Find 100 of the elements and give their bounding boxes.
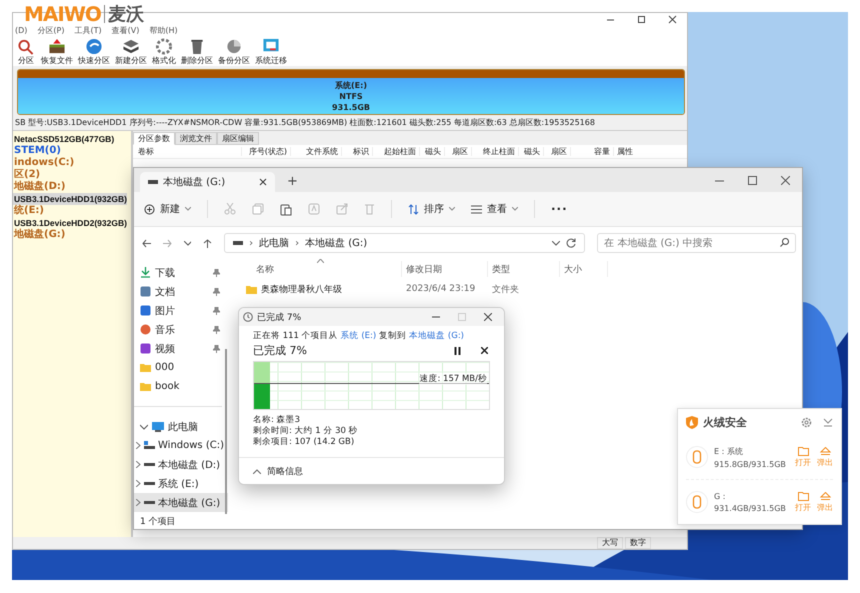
partition-item[interactable]: indows(C:)	[13, 157, 74, 169]
nav-item[interactable]: Windows (C:)	[134, 436, 228, 455]
column-header[interactable]: 容量	[570, 147, 613, 156]
dialog-title: 已完成 7%	[257, 312, 302, 324]
drive-icon	[144, 501, 155, 504]
tab[interactable]: 本地磁盘 (G:)	[140, 172, 275, 192]
tab[interactable]: 扇区编辑	[217, 132, 259, 145]
partition-item[interactable]: 地磁盘(G:)	[13, 229, 66, 241]
pin-icon[interactable]	[213, 344, 220, 352]
column-header[interactable]: 磁头	[518, 147, 543, 156]
partition-item[interactable]: 地磁盘(D:)	[13, 181, 66, 193]
search-field[interactable]: 在 本地磁盘 (G:) 中搜索	[597, 233, 796, 253]
column-header[interactable]: 序号(状态)	[241, 147, 290, 156]
video-icon	[140, 343, 151, 354]
collapse-icon[interactable]	[823, 417, 833, 427]
close-icon[interactable]	[484, 313, 492, 321]
tab[interactable]: 浏览文件	[175, 132, 217, 145]
nav-item[interactable]: 文档	[134, 282, 228, 301]
column-header[interactable]: 磁头	[419, 147, 444, 156]
partition-item[interactable]: 区(2)	[13, 169, 40, 181]
maximize-icon[interactable]	[748, 176, 757, 184]
view-button[interactable]: 查看	[471, 202, 518, 216]
breadcrumb[interactable]: 本地磁盘 (G:)	[305, 236, 368, 250]
sort-button[interactable]: 排序	[408, 202, 455, 216]
disk-item[interactable]: USB3.1DeviceHDD2(932GB)	[13, 217, 127, 229]
nav-item[interactable]: book	[134, 377, 228, 396]
nav-item[interactable]: 本地磁盘 (G:)	[134, 493, 228, 512]
column-header[interactable]: 标识	[341, 147, 372, 156]
partition-bar[interactable]: 系统(E:) NTFS 931.5GB	[17, 69, 685, 115]
toolbar-button[interactable]: 删除分区	[180, 38, 214, 64]
chevron-down-icon[interactable]	[552, 240, 560, 246]
tab[interactable]: 分区参数	[133, 132, 175, 145]
partition-item[interactable]: STEM(0)	[13, 145, 61, 157]
nav-item[interactable]: 图片	[134, 301, 228, 320]
shield-icon	[686, 416, 698, 428]
column-header[interactable]: 卷标	[135, 147, 241, 156]
column-header[interactable]: 名称	[242, 261, 402, 277]
column-header[interactable]: 类型	[488, 261, 560, 277]
nav-item[interactable]: 本地磁盘 (D:)	[134, 455, 228, 474]
toolbar-button[interactable]: 恢复文件	[40, 38, 74, 64]
toolbar-button[interactable]: 分区	[15, 38, 37, 64]
column-header[interactable]: 文件系统	[290, 147, 341, 156]
menu-item[interactable]: 查看(V)	[112, 25, 140, 36]
pause-icon[interactable]	[454, 346, 461, 354]
pin-icon[interactable]	[213, 288, 220, 296]
drive-usage: 931.4GB/931.5GB	[714, 504, 787, 512]
fewer-details-button[interactable]: 简略信息	[253, 464, 303, 478]
magnifier-icon	[16, 38, 36, 54]
column-header[interactable]: 终止柱面	[471, 147, 518, 156]
breadcrumb[interactable]: 此电脑	[259, 236, 290, 250]
close-icon[interactable]	[259, 178, 267, 186]
toolbar-button[interactable]: 格式化	[151, 38, 177, 64]
disk-item[interactable]: USB3.1DeviceHDD1(932GB)	[13, 193, 127, 205]
drive-name: E : 系统	[714, 446, 744, 456]
new-tab-button[interactable]: +	[287, 174, 298, 189]
nav-item[interactable]: 000	[134, 358, 228, 377]
source-link[interactable]: 系统 (E:)	[340, 330, 376, 342]
toolbar-button[interactable]: 快速分区	[77, 38, 111, 64]
refresh-icon[interactable]	[566, 238, 576, 248]
column-header[interactable]: 大小	[560, 261, 608, 277]
close-icon[interactable]	[481, 347, 488, 354]
column-header[interactable]: 起始柱面	[372, 147, 419, 156]
new-button[interactable]: 新建	[144, 202, 191, 216]
item-count: 1 个项目	[140, 516, 176, 528]
chevron-down-icon[interactable]	[184, 240, 192, 246]
up-icon[interactable]	[203, 238, 212, 248]
column-header[interactable]: 属性	[613, 147, 640, 156]
destination-link[interactable]: 本地磁盘 (G:)	[409, 330, 464, 342]
pin-icon[interactable]	[213, 326, 220, 334]
sort-icon	[408, 204, 419, 214]
column-header[interactable]: 扇区	[444, 147, 471, 156]
menu-item[interactable]: 分区(P)	[37, 25, 64, 36]
more-button[interactable]: ···	[551, 202, 568, 216]
back-icon[interactable]	[142, 238, 151, 248]
toolbar-button[interactable]: 系统迁移	[254, 38, 288, 64]
partition-item[interactable]: 统(E:)	[13, 205, 44, 217]
disk-item[interactable]: NetacSSD512GB(477GB)	[13, 133, 114, 145]
toolbar-button[interactable]: 备份分区	[217, 38, 251, 64]
menu-item[interactable]: (D)	[15, 26, 28, 35]
menu-item[interactable]: 帮助(H)	[149, 25, 178, 36]
nav-item[interactable]: 音乐	[134, 320, 228, 339]
toolbar-button[interactable]: 新建分区	[114, 38, 148, 64]
pin-icon[interactable]	[213, 306, 220, 314]
clock-icon	[243, 312, 253, 322]
menu-item[interactable]: 工具(T)	[74, 25, 102, 36]
logo: 麦沃	[108, 3, 144, 26]
nav-item[interactable]: 下载	[134, 263, 228, 282]
close-icon[interactable]	[668, 14, 677, 24]
usb-drive-icon	[686, 446, 708, 468]
file-name[interactable]: 奥森物理暑秋八年级	[261, 282, 342, 296]
maximize-icon[interactable]	[637, 14, 646, 24]
close-icon[interactable]	[781, 176, 790, 184]
pin-icon[interactable]	[213, 268, 220, 276]
column-header[interactable]: 扇区	[543, 147, 570, 156]
nav-item[interactable]: 此电脑	[134, 417, 228, 436]
nav-item[interactable]: 系统 (E:)	[134, 474, 228, 493]
column-header[interactable]: 修改日期	[402, 261, 488, 277]
paste-icon[interactable]	[280, 202, 292, 216]
settings-icon[interactable]	[801, 416, 812, 428]
nav-item[interactable]: 视频	[134, 339, 228, 358]
